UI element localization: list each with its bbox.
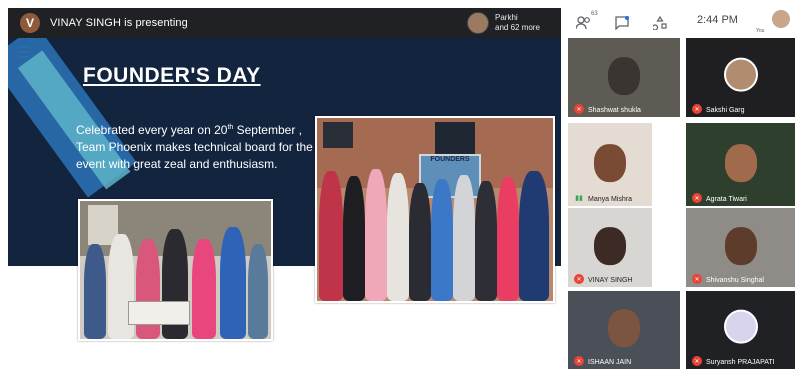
participant-name: Agrata Tiwari — [706, 196, 747, 203]
mic-muted-icon: ✕ — [574, 356, 584, 366]
presenter-bar: V VINAY SINGH is presenting Parkhi and 6… — [8, 8, 561, 38]
participant-tile[interactable]: ▮▮ Manya Mishra — [568, 123, 652, 206]
slide-title: FOUNDER'S DAY — [83, 64, 261, 87]
viewer-avatar — [467, 12, 489, 34]
participant-video — [594, 226, 626, 265]
participant-tile[interactable]: ✕ Suryansh PRAJAPATI — [686, 291, 795, 369]
viewer-more: and 62 more — [495, 23, 540, 32]
mic-active-icon: ▮▮ — [575, 195, 583, 202]
participant-video — [608, 309, 640, 348]
viewers-indicator[interactable]: Parkhi and 62 more — [467, 12, 540, 34]
meeting-time: 2:44 PM — [697, 14, 738, 26]
participant-tile[interactable]: ✕ ISHAAN JAIN — [568, 291, 680, 369]
mic-muted-icon: ✕ — [574, 274, 584, 284]
participant-tile[interactable]: ✕ Shashwat shukla — [568, 38, 680, 117]
people-count: 63 — [591, 11, 598, 17]
participant-name: Sakshi Garg — [706, 107, 745, 114]
event-photo-cake-cutting — [78, 199, 273, 341]
participant-name: Shivanshu Singhal — [706, 277, 764, 284]
participant-video — [724, 226, 757, 265]
slide-body-text: Celebrated every year on 20th September … — [76, 123, 313, 171]
mic-muted-icon: ✕ — [692, 356, 702, 366]
mic-muted-icon: ✕ — [692, 274, 702, 284]
viewer-name: Parkhi — [495, 13, 518, 22]
participant-name: Shashwat shukla — [588, 107, 641, 114]
participant-name: Suryansh PRAJAPATI — [706, 359, 775, 366]
participant-name: ISHAAN JAIN — [588, 359, 632, 366]
self-avatar[interactable] — [772, 10, 790, 28]
event-photo-group: FOUNDERS — [315, 116, 555, 303]
mic-muted-icon: ✕ — [692, 104, 702, 114]
participant-video — [608, 56, 640, 95]
activities-icon[interactable] — [650, 13, 670, 33]
participant-tile[interactable]: ✕ Agrata Tiwari — [686, 123, 795, 206]
participant-name: Manya Mishra — [588, 196, 632, 203]
mic-muted-icon: ✕ — [574, 104, 584, 114]
participant-video — [594, 143, 626, 182]
participant-tile[interactable]: ✕ Shivanshu Singhal — [686, 208, 795, 287]
participant-name: VINAY SINGH — [588, 277, 633, 284]
presenter-avatar: V — [20, 13, 40, 33]
participant-avatar — [723, 309, 758, 344]
you-label: You — [756, 28, 765, 34]
people-icon[interactable]: 63 — [574, 11, 598, 33]
presenting-label: VINAY SINGH is presenting — [50, 17, 188, 29]
participant-tile[interactable]: ✕ VINAY SINGH — [568, 208, 652, 287]
participant-tile[interactable]: ✕ Sakshi Garg — [686, 38, 795, 117]
mic-muted-icon: ✕ — [692, 193, 702, 203]
participant-avatar — [723, 57, 758, 92]
participant-video — [724, 143, 757, 182]
chat-icon[interactable] — [612, 13, 632, 33]
